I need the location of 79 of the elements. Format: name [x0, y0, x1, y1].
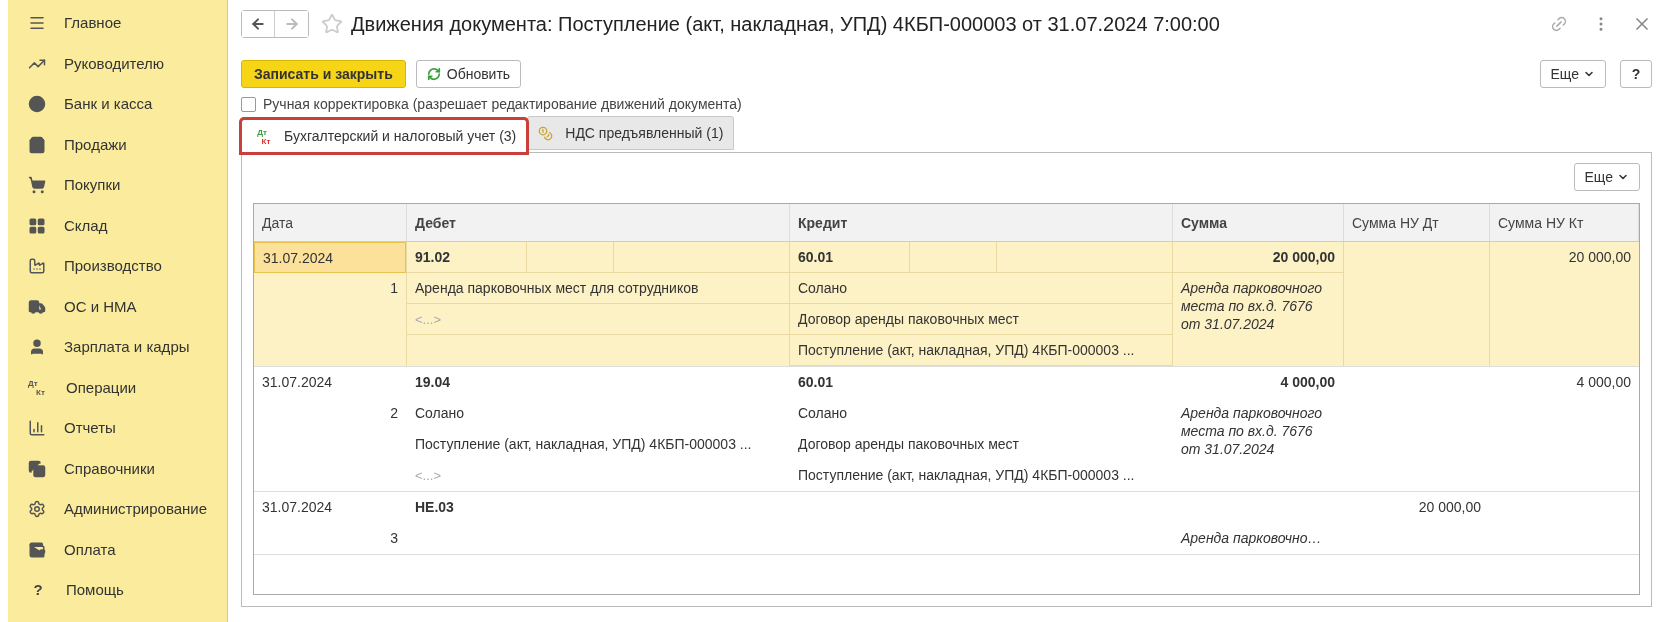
sidebar-item[interactable]: Зарплата и кадры: [8, 327, 227, 368]
date-cell-text: 31.07.2024: [261, 373, 334, 392]
bar-chart-icon: [28, 419, 46, 438]
save-close-button[interactable]: Записать и закрыть: [241, 60, 406, 88]
refresh-button[interactable]: Обновить: [415, 60, 522, 88]
column-header[interactable]: Дата: [254, 204, 407, 241]
table-cell: Поступление (акт, накладная, УПД) 4КБП-000003 ...: [790, 335, 1172, 366]
help-button[interactable]: ?: [1620, 60, 1652, 88]
sidebar-item[interactable]: Главное: [8, 3, 227, 44]
sum-cell-text: 4 000,00: [1279, 373, 1336, 392]
star-icon[interactable]: [321, 13, 343, 35]
manual-edit-checkbox[interactable]: [241, 97, 256, 112]
sidebar-item[interactable]: Руководителю: [8, 43, 227, 84]
person-icon: [28, 338, 46, 357]
empty-value: <...>: [407, 304, 789, 335]
table-more-button[interactable]: Еще: [1573, 163, 1640, 191]
table-cell: Аренда парковочных мест для сотрудников: [407, 273, 789, 304]
account-cell: 60.01: [790, 242, 910, 273]
row-number: 1: [389, 279, 399, 298]
sidebar-item[interactable]: Администрирование: [8, 489, 227, 530]
table-cell-text: Поступление (акт, накладная, УПД) 4КБП-000003 ...: [414, 435, 753, 454]
tax-credit-sum: 4 000,00: [1575, 373, 1632, 392]
date-cell: 31.07.2024: [254, 242, 406, 273]
table-row[interactable]: [254, 242, 1639, 367]
sidebar-item[interactable]: ? Помощь: [8, 570, 227, 611]
column-header[interactable]: Сумма НУ Кт: [1490, 204, 1639, 241]
debit-credit-icon: Дт Кт: [252, 127, 272, 146]
sum-note: Аренда парковочного места по вх.д. 7676 от 31.07.2024: [1179, 279, 1324, 333]
row-number: 2: [389, 404, 399, 423]
coins-icon: [538, 125, 554, 141]
sum-note: Аренда парковочно…: [1179, 529, 1323, 547]
sidebar-item[interactable]: Продажи: [8, 124, 227, 165]
column-header[interactable]: Кредит: [790, 204, 1173, 241]
account-cell: 91.02: [407, 242, 527, 273]
date-cell-text: 31.07.2024: [261, 498, 334, 517]
table-cell-text: Солано: [797, 404, 849, 423]
sum-note: Аренда парковочного места по вх.д. 7676 от 31.07.2024: [1179, 404, 1324, 458]
cart-icon: [28, 176, 46, 195]
table-cell: Солано: [790, 273, 1172, 304]
column-header[interactable]: Дебет: [407, 204, 790, 241]
back-button[interactable]: [242, 11, 275, 37]
tax-debit-sum: 20 000,00: [1417, 498, 1482, 517]
tab[interactable]: Дт Кт Бухгалтерский и налоговый учет (3): [241, 119, 528, 153]
window-title: Движения документа: Поступление (акт, накладная, УПД) 4КБП-000003 от 31.07.2024 7:00:00: [351, 12, 1220, 37]
manual-edit-label: Ручная корректировка (разрешает редактирование движений документа): [263, 95, 742, 114]
sidebar-item[interactable]: Покупки: [8, 165, 227, 206]
table-cell: Договор аренды паковочных мест: [790, 304, 1172, 335]
settings-icon: [28, 500, 46, 519]
table-cell-text: Поступление (акт, накладная, УПД) 4КБП-000003 ...: [797, 466, 1136, 485]
pages-icon: [28, 459, 46, 478]
sidebar-item[interactable]: Справочники: [8, 448, 227, 489]
empty-value: <...>: [414, 467, 443, 485]
refresh-icon: [426, 67, 441, 81]
tax-credit-sum: 20 000,00: [1567, 248, 1632, 267]
tab[interactable]: НДС предъявленный (1): [527, 116, 735, 150]
account-cell-text: НЕ.03: [414, 498, 455, 517]
more-button[interactable]: Еще: [1539, 60, 1606, 88]
row-number: 3: [389, 529, 399, 548]
table-cell-text: Договор аренды паковочных мест: [797, 435, 1020, 454]
grid-icon: [28, 216, 46, 235]
sidebar-item[interactable]: Оплата: [8, 529, 227, 570]
sidebar-item[interactable]: Производство: [8, 246, 227, 287]
sidebar-item[interactable]: Банк и касса: [8, 84, 227, 125]
truck-icon: [28, 297, 46, 316]
forward-arrow-icon: [283, 16, 300, 32]
factory-icon: [28, 257, 46, 276]
sidebar-item[interactable]: Дт Кт Операции: [8, 367, 227, 408]
wallet-icon: [28, 540, 46, 559]
help-icon: ?: [28, 579, 48, 602]
column-header[interactable]: Сумма НУ Дт: [1344, 204, 1490, 241]
debit-credit-icon: Дт Кт: [28, 378, 48, 397]
sidebar-item[interactable]: ОС и НМА: [8, 286, 227, 327]
account-cell-text: 19.04: [414, 373, 452, 392]
column-header[interactable]: Сумма: [1173, 204, 1344, 241]
sidebar-item[interactable]: Склад: [8, 205, 227, 246]
sidebar-item[interactable]: Отчеты: [8, 408, 227, 449]
sum-cell: 20 000,00: [1173, 242, 1343, 273]
account-cell-text: 60.01: [797, 373, 835, 392]
table-cell-text: Солано: [414, 404, 466, 423]
